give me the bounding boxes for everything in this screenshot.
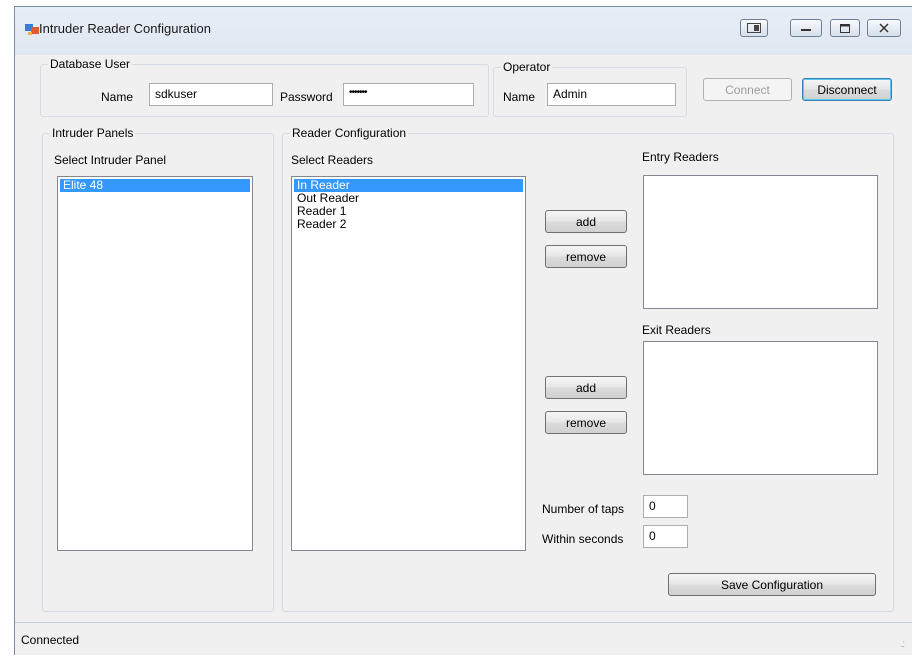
reader-configuration-group-label: Reader Configuration <box>290 126 409 140</box>
disconnect-button[interactable]: Disconnect <box>802 78 892 101</box>
exit-add-button[interactable]: add <box>545 376 627 399</box>
window-title: Intruder Reader Configuration <box>39 21 211 36</box>
operator-name-label: Name <box>503 90 536 104</box>
exit-remove-button[interactable]: remove <box>545 411 627 434</box>
within-seconds-label: Within seconds <box>542 532 624 546</box>
app-icon <box>25 24 39 35</box>
number-of-taps-label: Number of taps <box>542 502 625 516</box>
password-input[interactable]: ••••••• <box>343 83 474 106</box>
minimize-button[interactable] <box>790 19 822 37</box>
entry-readers-list[interactable] <box>643 175 878 309</box>
entry-add-button[interactable]: add <box>545 210 627 233</box>
maximize-icon <box>840 23 850 33</box>
db-name-label: Name <box>101 90 134 104</box>
password-label: Password <box>280 90 333 104</box>
exit-readers-list[interactable] <box>643 341 878 475</box>
entry-remove-button[interactable]: remove <box>545 245 627 268</box>
intruder-panel-list[interactable]: Elite 48 <box>57 176 253 551</box>
close-icon <box>879 23 889 33</box>
operator-group-label: Operator <box>501 60 553 74</box>
window-switch-button[interactable] <box>740 19 768 37</box>
db-name-input[interactable]: sdkuser <box>149 83 273 106</box>
close-button[interactable] <box>867 19 901 37</box>
select-intruder-panel-label: Select Intruder Panel <box>54 153 167 167</box>
within-seconds-input[interactable]: 0 <box>643 525 688 548</box>
operator-name-input[interactable]: Admin <box>547 83 676 106</box>
minimize-icon <box>801 29 811 31</box>
number-of-taps-input[interactable]: 0 <box>643 495 688 518</box>
intruder-panels-group-label: Intruder Panels <box>50 126 136 140</box>
maximize-button[interactable] <box>830 19 860 37</box>
restore-app-icon <box>747 23 761 33</box>
resize-grip-icon[interactable]: .: <box>900 639 904 650</box>
save-configuration-button[interactable]: Save Configuration <box>668 573 876 596</box>
list-item[interactable]: Reader 2 <box>294 218 523 231</box>
status-bar: Connected .: <box>15 622 912 656</box>
connect-button[interactable]: Connect <box>703 78 792 101</box>
readers-list[interactable]: In Reader Out Reader Reader 1 Reader 2 <box>291 176 526 551</box>
status-text: Connected <box>21 633 80 647</box>
exit-readers-label: Exit Readers <box>642 323 711 337</box>
app-window: Intruder Reader Configuration Database U… <box>14 6 912 655</box>
entry-readers-label: Entry Readers <box>642 150 719 164</box>
select-readers-label: Select Readers <box>291 153 374 167</box>
database-user-group-label: Database User <box>48 57 133 71</box>
title-bar[interactable]: Intruder Reader Configuration <box>15 7 912 55</box>
list-item[interactable]: Elite 48 <box>60 179 250 192</box>
